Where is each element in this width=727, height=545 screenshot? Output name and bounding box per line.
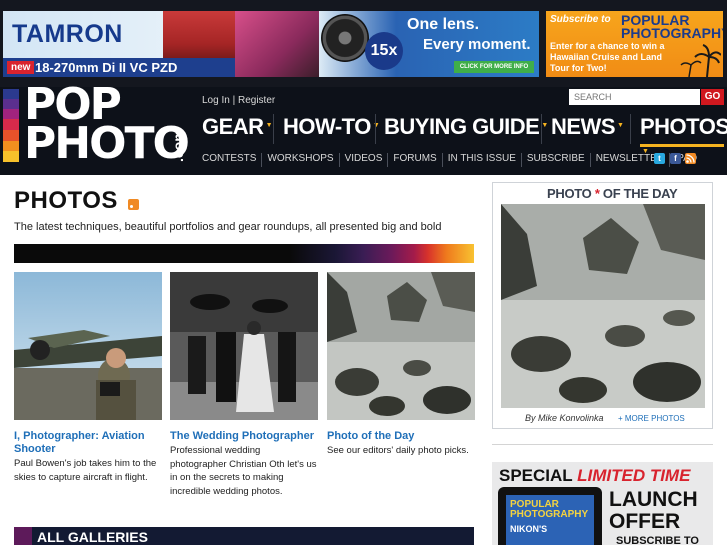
nav-gear-label: GEAR [202, 114, 264, 139]
card-description: Professional wedding photographer Christ… [170, 445, 317, 497]
logo-color-stripe [3, 89, 19, 162]
ad-new-tag: new [7, 61, 35, 74]
twitter-icon[interactable]: t [654, 153, 665, 164]
caret-down-icon: ▼ [372, 122, 380, 129]
palm-tree-icon [680, 44, 721, 77]
sub-navigation: CONTESTS WORKSHOPS VIDEOS FORUMS IN THIS… [202, 153, 702, 167]
card-description: Paul Bowen's job takes him to the skies … [14, 458, 157, 483]
potd-heading: PHOTO * OF THE DAY [547, 186, 678, 201]
search-go-button[interactable]: GO [701, 89, 724, 105]
subscribe-ad-brand: POPULAR PHOTOGRAPHY [621, 12, 723, 41]
caret-down-icon: ▼ [541, 122, 549, 129]
potd-heading-2: OF THE DAY [602, 186, 678, 201]
subnav-contests[interactable]: CONTESTS [202, 153, 263, 167]
photo-of-the-day-widget: PHOTO * OF THE DAY By Mike Konvolinka + … [492, 182, 713, 429]
card-description: See our editors' daily photo picks. [327, 445, 469, 456]
photo-of-the-day-thumbnail[interactable] [327, 272, 475, 420]
heading-accent-block [14, 527, 32, 545]
zoom-badge: 15x [365, 32, 403, 70]
ad-photo-child [235, 11, 319, 77]
sidebar-divider [492, 444, 713, 445]
subscription-promo[interactable]: SPECIAL LIMITED TIME POPULAR PHOTOGRAPHY… [492, 462, 713, 545]
potd-heading-1: PHOTO [547, 186, 592, 201]
nav-photos[interactable]: PHOTOS▼ [640, 114, 727, 155]
subnav-videos[interactable]: VIDEOS [340, 153, 389, 167]
decorative-color-bar [14, 244, 474, 263]
ad-photo-bus [163, 11, 235, 58]
page-subtitle: The latest techniques, beautiful portfol… [14, 221, 442, 233]
search-input[interactable] [569, 89, 700, 105]
photo-of-the-day-image[interactable] [501, 204, 705, 408]
gallery-card-potd[interactable]: Photo of the Day See our editors' daily … [327, 272, 475, 458]
card-title[interactable]: I, Photographer: Aviation Shooter [14, 430, 162, 456]
promo-offer: OFFER [609, 510, 681, 533]
nav-buying-guide[interactable]: BUYING GUIDE ▼ [384, 114, 548, 146]
tablet-image: POPULAR PHOTOGRAPHY NIKON'S [498, 487, 602, 545]
subscribe-ad-lead: Subscribe to [550, 14, 611, 25]
login-links: Log In | Register [202, 95, 275, 106]
caret-down-icon: ▼ [617, 122, 624, 129]
tamron-ad-banner[interactable]: TAMRON 15x One lens. Every moment. 18-27… [3, 11, 539, 77]
subnav-subscribe[interactable]: SUBSCRIBE [522, 153, 591, 167]
logo-photo[interactable]: PHOTO [24, 122, 190, 166]
caret-down-icon: ▼ [265, 122, 273, 129]
subnav-in-this-issue[interactable]: IN THIS ISSUE [443, 153, 522, 167]
subscribe-ad-banner[interactable]: Subscribe to POPULAR PHOTOGRAPHY Enter f… [546, 11, 723, 77]
potd-star-icon: * [594, 186, 600, 201]
promo-launch: LAUNCH [609, 488, 698, 511]
ad-model-name: 18-270mm Di II VC PZD [3, 58, 235, 77]
promo-subscribe: SUBSCRIBE TO [616, 535, 699, 545]
register-link[interactable]: Register [238, 95, 275, 106]
tablet-magazine-title: POPULAR PHOTOGRAPHY [510, 499, 589, 520]
logo-dotcom: .com [170, 129, 186, 162]
nav-how-to-label: HOW-TO [283, 114, 371, 139]
card-title[interactable]: Photo of the Day [327, 430, 475, 443]
nav-how-to[interactable]: HOW-TO ▼ [283, 114, 380, 146]
all-galleries-label: ALL GALLERIES [37, 529, 148, 545]
nav-photos-label: PHOTOS [640, 114, 727, 139]
all-galleries-heading[interactable]: ALL GALLERIES [14, 527, 474, 545]
tamron-logo: TAMRON [12, 20, 123, 48]
promo-headline: SPECIAL LIMITED TIME [499, 466, 690, 486]
page-title: PHOTOS [14, 187, 118, 214]
rss-feed-icon[interactable] [128, 199, 139, 210]
subnav-forums[interactable]: FORUMS [388, 153, 443, 167]
promo-limited-time: LIMITED TIME [577, 466, 691, 485]
facebook-icon[interactable]: f [670, 153, 681, 164]
login-link[interactable]: Log In [202, 95, 230, 106]
more-photos-link[interactable]: + MORE PHOTOS [618, 414, 685, 423]
potd-byline: By Mike Konvolinka [525, 413, 604, 423]
ad-more-info-button[interactable]: CLICK FOR MORE INFO [454, 61, 534, 73]
gallery-card-aviation[interactable]: I, Photographer: Aviation Shooter Paul B… [14, 272, 162, 484]
subscribe-ad-offer: Enter for a chance to win a Hawaiian Cru… [550, 41, 665, 73]
lens-image-icon [321, 14, 369, 62]
promo-launch-offer: LAUNCH OFFER [609, 489, 698, 533]
subnav-workshops[interactable]: WORKSHOPS [262, 153, 340, 167]
card-title[interactable]: The Wedding Photographer [170, 430, 318, 443]
rss-icon[interactable] [685, 153, 696, 164]
nav-news[interactable]: NEWS ▼ [551, 114, 624, 146]
nav-buying-guide-label: BUYING GUIDE [384, 114, 540, 139]
ad-headline-1: One lens. [407, 16, 480, 33]
promo-special: SPECIAL [499, 466, 573, 485]
ad-headline-2: Every moment. [423, 36, 531, 53]
nav-news-label: NEWS [551, 114, 616, 139]
tablet-cover-text: NIKON'S [510, 524, 548, 534]
wedding-photo[interactable] [170, 272, 318, 420]
nav-gear[interactable]: GEAR ▼ [202, 114, 273, 146]
gallery-card-wedding[interactable]: The Wedding Photographer Professional we… [170, 272, 318, 498]
aviation-photo[interactable] [14, 272, 162, 420]
active-nav-underline [640, 144, 724, 147]
